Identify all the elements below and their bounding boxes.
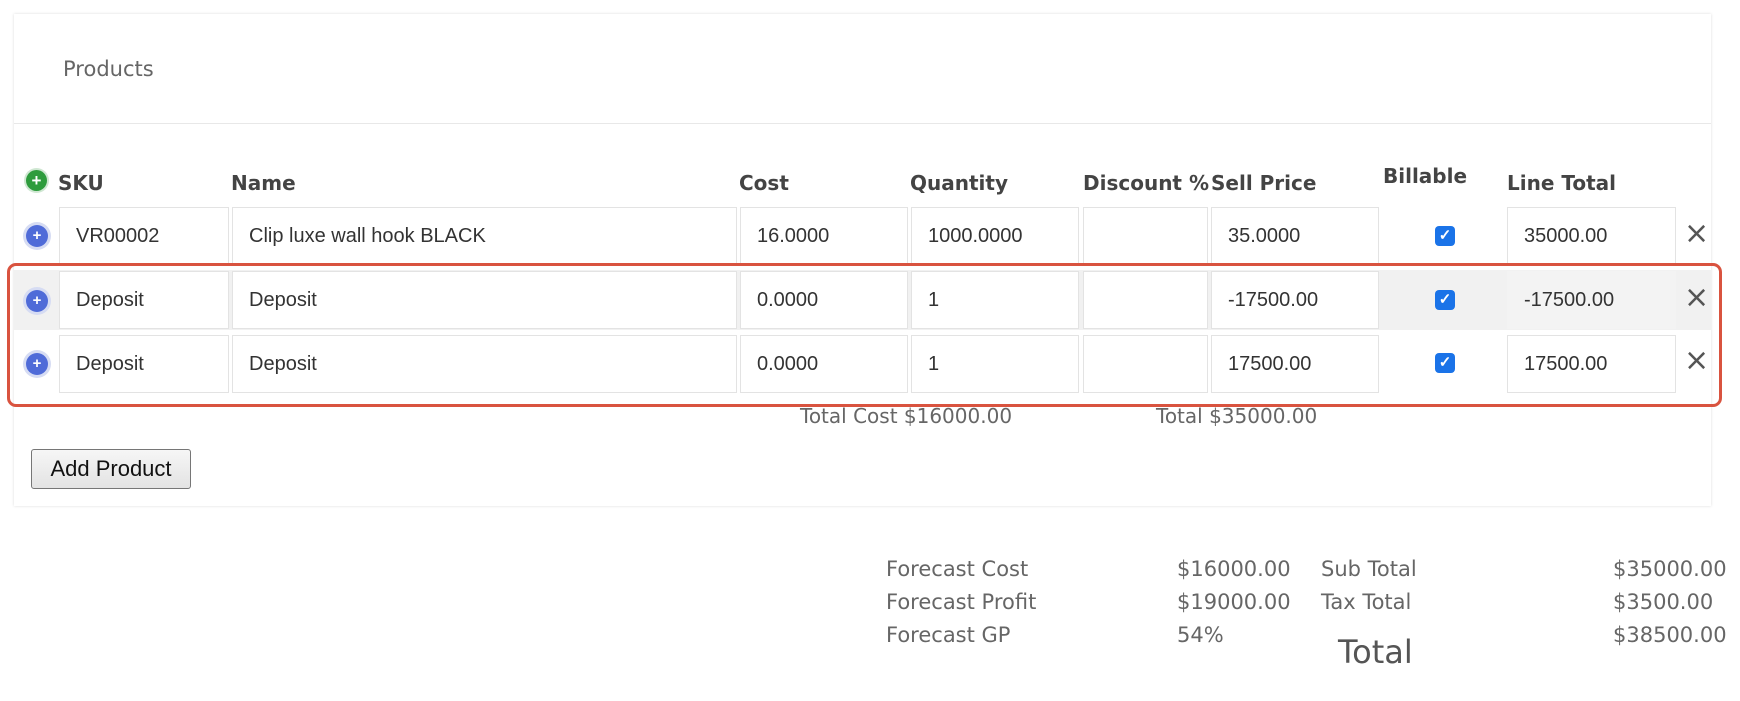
- forecast-profit-label: Forecast Profit: [886, 590, 1037, 614]
- sku-field[interactable]: Deposit: [59, 335, 229, 393]
- col-header-sell-price: Sell Price: [1211, 171, 1317, 195]
- panel-divider: [14, 123, 1711, 124]
- name-field[interactable]: Clip luxe wall hook BLACK: [232, 207, 737, 265]
- discount-field[interactable]: [1083, 271, 1208, 329]
- sell-price-field[interactable]: -17500.00: [1211, 271, 1379, 329]
- total-text: Total $35000.00: [1156, 404, 1318, 428]
- col-header-quantity: Quantity: [910, 171, 1008, 195]
- billable-checkbox[interactable]: ✓: [1435, 226, 1455, 246]
- add-product-button[interactable]: Add Product: [31, 449, 191, 489]
- grand-total-label: Total: [1338, 633, 1413, 671]
- sku-field[interactable]: Deposit: [59, 271, 229, 329]
- quantity-field[interactable]: 1000.0000: [911, 207, 1079, 265]
- total-cost-text: Total Cost $16000.00: [800, 404, 1013, 428]
- quantity-field[interactable]: 1: [911, 335, 1079, 393]
- close-icon[interactable]: ×: [1684, 219, 1709, 249]
- line-total-field: -17500.00: [1507, 271, 1676, 329]
- name-field[interactable]: Deposit: [232, 271, 737, 329]
- sku-field[interactable]: VR00002: [59, 207, 229, 265]
- cost-field[interactable]: 16.0000: [740, 207, 908, 265]
- sub-total-label: Sub Total: [1321, 557, 1417, 581]
- col-header-sku: SKU: [58, 171, 104, 195]
- tax-total-value: $3500.00: [1613, 590, 1714, 614]
- forecast-cost-label: Forecast Cost: [886, 557, 1029, 581]
- col-header-billable: Billable: [1383, 164, 1468, 188]
- cost-field[interactable]: 0.0000: [740, 271, 908, 329]
- sell-price-field[interactable]: 17500.00: [1211, 335, 1379, 393]
- col-header-name: Name: [231, 171, 296, 195]
- line-total-field[interactable]: 17500.00: [1507, 335, 1676, 393]
- panel-title: Products: [63, 57, 154, 81]
- sub-total-value: $35000.00: [1613, 557, 1727, 581]
- sell-price-field[interactable]: 35.0000: [1211, 207, 1379, 265]
- grand-total-value: $38500.00: [1613, 623, 1727, 647]
- discount-field[interactable]: [1083, 207, 1208, 265]
- col-header-cost: Cost: [739, 171, 789, 195]
- billable-checkbox[interactable]: ✓: [1435, 290, 1455, 310]
- forecast-gp-value: 54%: [1177, 623, 1224, 647]
- close-icon[interactable]: ×: [1684, 346, 1709, 376]
- row-add-icon[interactable]: +: [26, 290, 48, 312]
- name-field[interactable]: Deposit: [232, 335, 737, 393]
- line-total-field[interactable]: 35000.00: [1507, 207, 1676, 265]
- cost-field[interactable]: 0.0000: [740, 335, 908, 393]
- close-icon[interactable]: ×: [1684, 283, 1709, 313]
- col-header-discount: Discount %: [1083, 171, 1209, 195]
- row-add-icon[interactable]: +: [26, 353, 48, 375]
- col-header-line-total: Line Total: [1507, 171, 1617, 195]
- forecast-profit-value: $19000.00: [1177, 590, 1291, 614]
- quantity-field[interactable]: 1: [911, 271, 1079, 329]
- discount-field[interactable]: [1083, 335, 1208, 393]
- add-row-icon[interactable]: +: [26, 170, 47, 191]
- forecast-gp-label: Forecast GP: [886, 623, 1011, 647]
- billable-checkbox[interactable]: ✓: [1435, 353, 1455, 373]
- row-add-icon[interactable]: +: [26, 225, 48, 247]
- forecast-cost-value: $16000.00: [1177, 557, 1291, 581]
- tax-total-label: Tax Total: [1321, 590, 1412, 614]
